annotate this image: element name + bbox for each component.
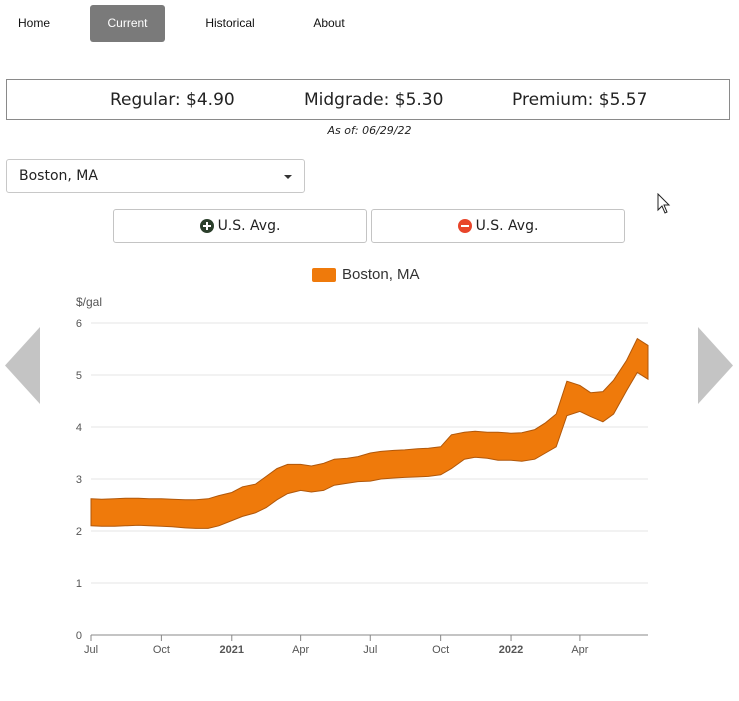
chart-legend[interactable]: Boston, MA [312,266,420,283]
y-tick-label: 1 [76,578,82,590]
regular-price: Regular: $4.90 [110,90,235,110]
remove-us-avg-button[interactable]: U.S. Avg. [371,209,625,243]
y-tick-label: 3 [76,474,82,486]
series-area [90,337,649,529]
top-nav: Home Current Historical About [0,5,739,42]
location-select[interactable]: Boston, MA [6,159,305,193]
series-band-boston [90,337,649,529]
minus-circle-icon [457,219,472,233]
add-us-avg-button[interactable]: U.S. Avg. [113,209,367,243]
x-tick-label: 2021 [220,644,244,656]
nav-current[interactable]: Current [90,5,165,42]
y-tick-label: 4 [76,422,82,434]
y-tick-label: 2 [76,526,82,538]
x-tick-label: Jul [84,644,98,656]
nav-about[interactable]: About [300,5,358,42]
as-of-date: As of: 06/29/22 [327,124,412,137]
x-tick-label: Jul [363,644,377,656]
x-tick-label: Oct [432,644,449,656]
x-tick-label: Apr [292,644,309,656]
x-axis: Jul Oct 2021 Apr Jul Oct 2022 Apr [84,634,648,656]
mouse-cursor-icon [657,193,671,214]
nav-home[interactable]: Home [8,5,60,42]
price-history-chart: Boston, MA $/gal 0123456 Jul Oct 2021 Apr Ju… [76,266,649,656]
caret-down-icon [284,175,292,179]
add-us-avg-label: U.S. Avg. [217,218,281,234]
y-axis-ticks: 0 1 2 3 4 5 6 [76,318,82,642]
price-summary: Regular: $4.90 Midgrade: $5.30 Premium: … [6,79,730,120]
x-tick-label: Oct [153,644,170,656]
y-tick-label: 0 [76,630,82,642]
y-axis-label: $/gal [76,295,102,309]
nav-historical[interactable]: Historical [195,5,265,42]
y-tick-label: 5 [76,370,82,382]
x-tick-label: 2022 [499,644,523,656]
x-tick-label: Apr [571,644,588,656]
y-tick-label: 6 [76,318,82,330]
legend-label[interactable]: Boston, MA [342,266,420,283]
legend-swatch[interactable] [312,268,336,282]
plus-circle-icon [199,219,214,233]
remove-us-avg-label: U.S. Avg. [475,218,539,234]
location-select-value: Boston, MA [19,168,98,184]
midgrade-price: Midgrade: $5.30 [304,90,444,110]
premium-price: Premium: $5.57 [512,90,648,110]
